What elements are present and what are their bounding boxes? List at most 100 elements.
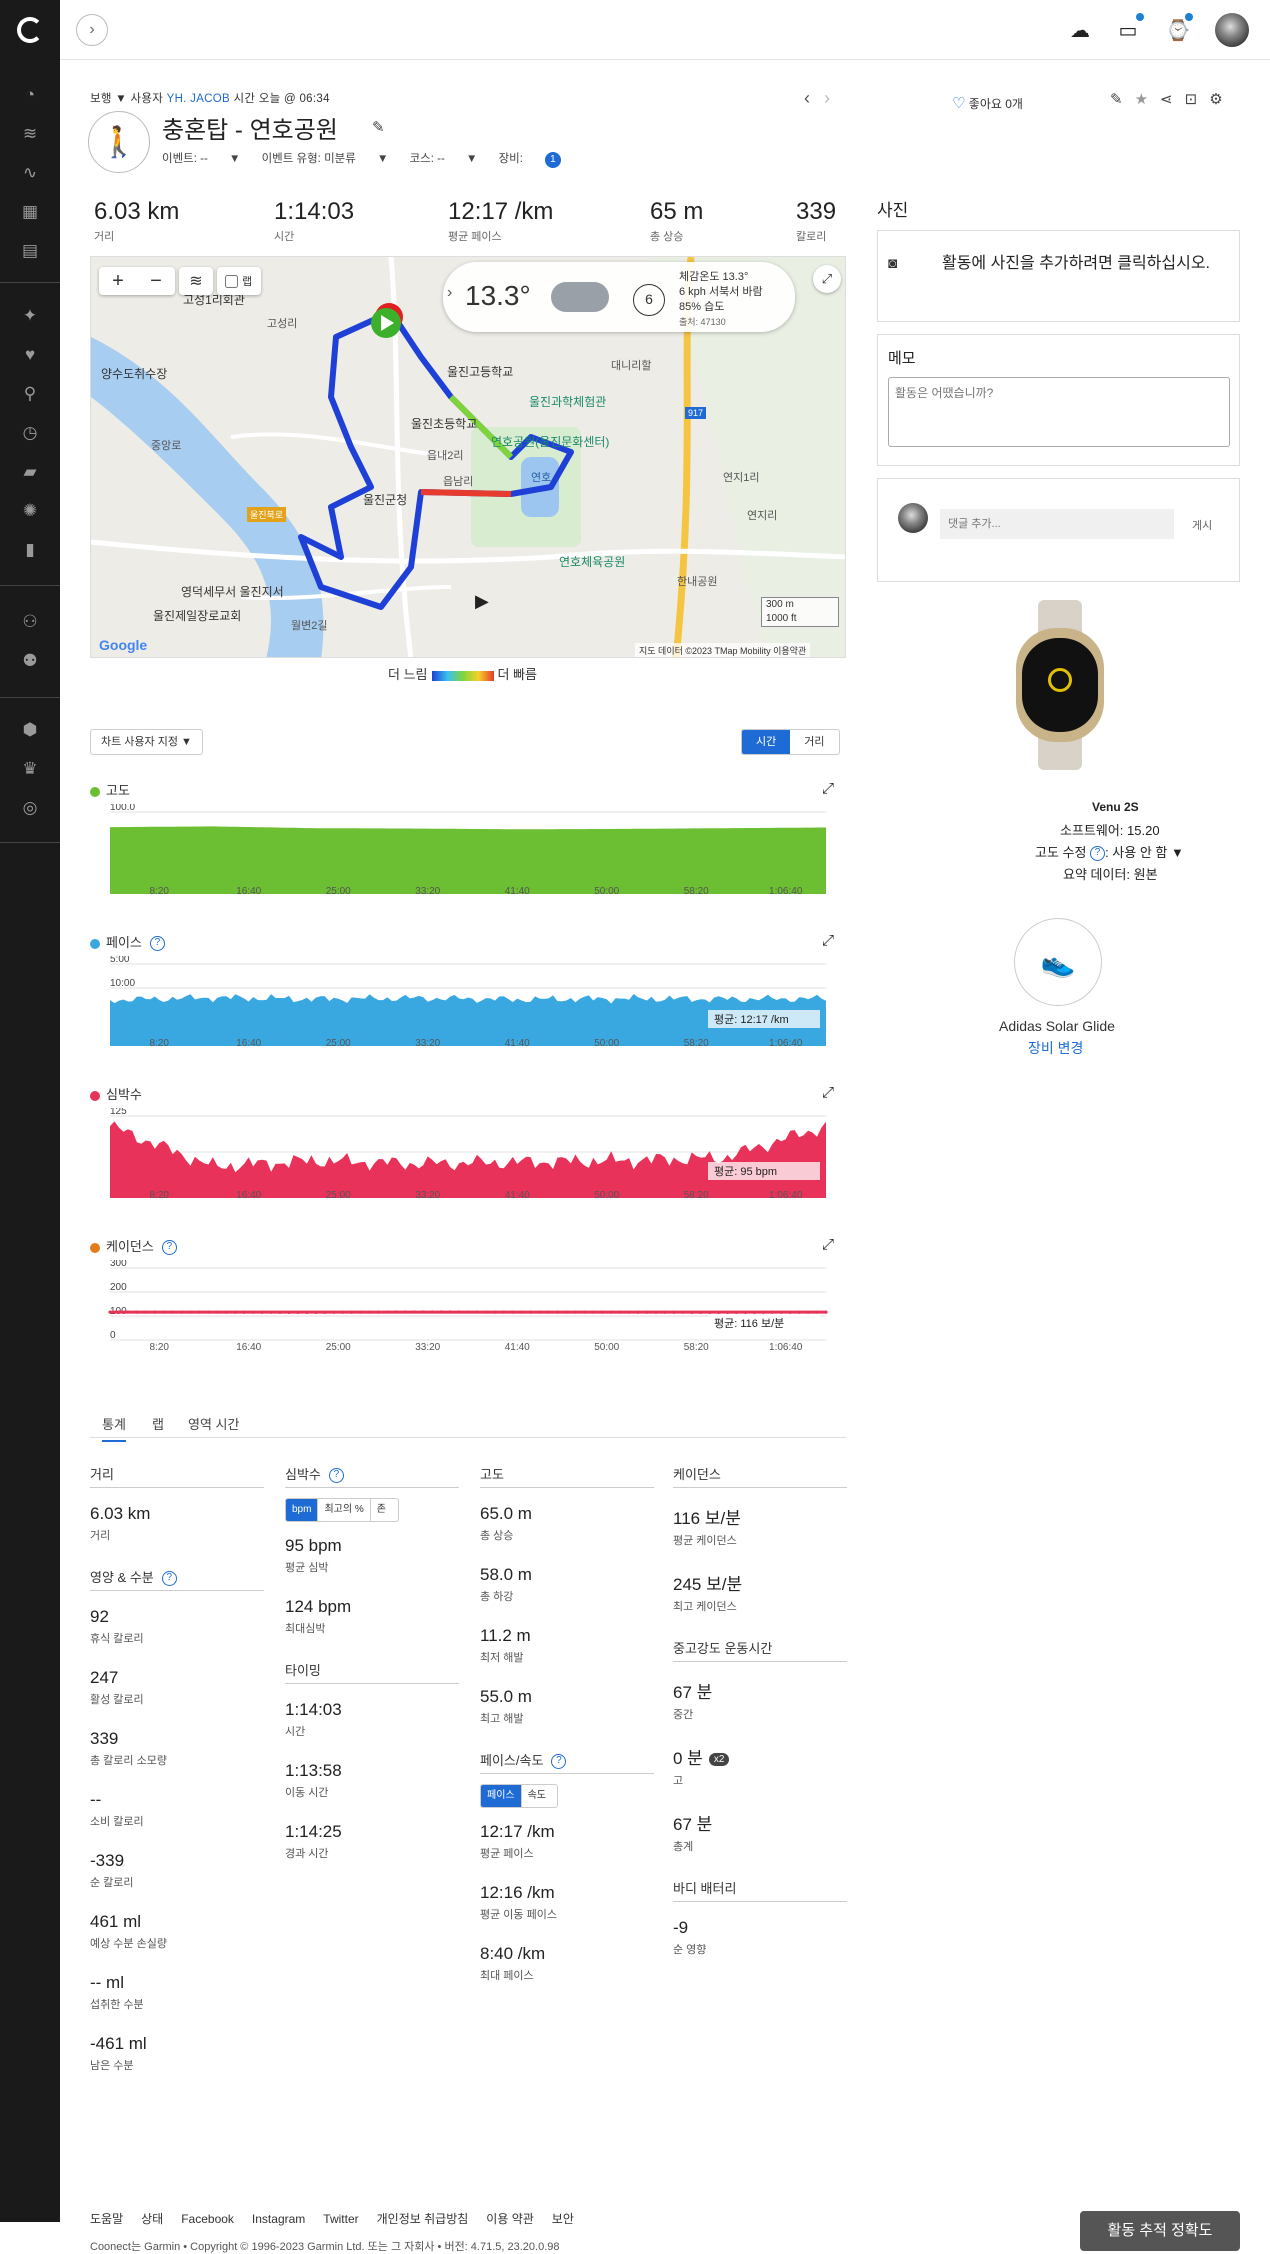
help-icon[interactable]: ? — [551, 1754, 567, 1770]
route-map[interactable]: 고성1리회관 양수도취수장 고성리 울진고등학교 울진과학체험관 대니리할 울진… — [90, 256, 846, 658]
user-link[interactable]: YH. JACOB — [167, 93, 230, 105]
footer-link[interactable]: Twitter — [323, 2212, 358, 2226]
zoom-out-button[interactable]: − — [137, 270, 175, 293]
layers-icon[interactable]: ≋ — [16, 120, 44, 148]
hr-zone-button[interactable]: 존 — [371, 1499, 392, 1521]
event-select[interactable]: 이벤트: -- ▼ — [162, 153, 240, 165]
footer-link[interactable]: 상태 — [141, 2212, 163, 2226]
next-activity-icon[interactable]: › — [824, 88, 844, 108]
activity-person-icon[interactable]: ✦ — [16, 302, 44, 330]
tab-stats[interactable]: 통계 — [102, 1414, 126, 1442]
footer-link[interactable]: 이용 약관 — [486, 2212, 534, 2226]
heart-icon[interactable]: ♥ — [16, 341, 44, 369]
expand-chart-icon[interactable]: ⤢ — [822, 780, 834, 797]
stat-item: 124 bpm 최대심박 — [285, 1597, 459, 1636]
elevation-correction[interactable]: 고도 수정 ?: 사용 안 함 ▼ — [1035, 842, 1184, 862]
star-icon[interactable]: ★ — [1135, 91, 1160, 108]
lap-toggle[interactable]: 랩 — [217, 267, 261, 295]
edit-pencil-icon[interactable]: ✎ — [1110, 91, 1135, 108]
activity-title[interactable]: 충혼탑 - 연호공원 — [162, 110, 338, 145]
stat-item: -339 순 칼로리 — [90, 1851, 264, 1890]
footer-link[interactable]: 개인정보 취급방침 — [377, 2212, 469, 2226]
share-icon[interactable]: ⋖ — [1160, 91, 1185, 108]
lap-label: 랩 — [242, 276, 253, 288]
tab-zones[interactable]: 영역 시간 — [188, 1414, 239, 1433]
customize-charts-button[interactable]: 차트 사용자 지정 ▼ — [90, 729, 203, 755]
stopwatch-icon[interactable]: ◷ — [16, 419, 44, 447]
help-icon[interactable]: ? — [328, 1468, 344, 1484]
calendar-icon[interactable]: ▦ — [16, 198, 44, 226]
zoom-in-button[interactable]: + — [99, 270, 137, 293]
pace-chart[interactable]: 5:0010:0015:0020:008:2016:4025:0033:2041… — [90, 956, 846, 1056]
hr-unit-toggle: bpm 최고의 % 존 — [285, 1498, 399, 1523]
hr-bpm-button[interactable]: bpm — [286, 1499, 319, 1522]
lightbulb-icon[interactable]: ✺ — [16, 497, 44, 525]
settings-gear-icon[interactable]: ⚙ — [1209, 91, 1234, 108]
comment-input[interactable] — [940, 509, 1174, 539]
stats-wave-icon[interactable]: ∿ — [16, 159, 44, 187]
bar-chart-icon[interactable]: ▮ — [16, 536, 44, 564]
course-select[interactable]: 코스: -- ▼ — [410, 153, 478, 165]
change-gear-link[interactable]: 장비 변경 — [1028, 1038, 1083, 1058]
garmin-logo-icon[interactable] — [17, 17, 43, 43]
device-name[interactable]: Venu 2S — [1092, 800, 1139, 814]
gear-count[interactable]: 장비: 1 — [499, 152, 579, 168]
groups-icon[interactable]: ⚉ — [16, 647, 44, 675]
pace-button[interactable]: 페이스 — [481, 1785, 522, 1808]
lap-checkbox[interactable] — [225, 274, 238, 288]
cadence-chart[interactable]: 30020010008:2016:4025:0033:2041:4050:005… — [90, 1260, 846, 1360]
trophy-icon[interactable]: ♛ — [16, 755, 44, 783]
user-avatar[interactable] — [1215, 13, 1249, 47]
fullscreen-map-icon[interactable]: ⤢ — [813, 265, 841, 293]
dashboard-icon[interactable]: ◔ — [16, 81, 44, 109]
prev-activity-icon[interactable]: ‹ — [804, 88, 824, 108]
footer-link[interactable]: 도움말 — [90, 2212, 123, 2226]
footer-link[interactable]: Facebook — [181, 2212, 234, 2226]
altitude-chart[interactable]: 100.0-100.08:2016:4025:0033:2041:4050:00… — [90, 804, 846, 904]
footer-link[interactable]: 보안 — [552, 2212, 574, 2226]
walk-icon[interactable]: ⚲ — [16, 380, 44, 408]
post-comment-button[interactable]: 게시 — [1192, 517, 1212, 533]
stat-label: 총 상승 — [480, 1530, 514, 1542]
expand-chart-icon[interactable]: ⤢ — [822, 932, 834, 949]
gear-name[interactable]: Adidas Solar Glide — [999, 1018, 1115, 1034]
help-icon[interactable]: ? — [149, 936, 165, 952]
help-icon[interactable]: ? — [161, 1240, 177, 1256]
expand-chart-icon[interactable]: ⤢ — [822, 1084, 834, 1101]
stat-value: 95 bpm — [285, 1536, 342, 1556]
stat-value: 65.0 m — [480, 1504, 532, 1523]
map-place-label: 읍내2리 — [427, 450, 464, 462]
memo-input[interactable] — [888, 377, 1230, 447]
help-icon[interactable]: ? — [161, 1571, 177, 1587]
speed-button[interactable]: 속도 — [522, 1785, 552, 1807]
terms-link[interactable]: 이용약관 — [773, 646, 806, 656]
activity-type-label[interactable]: 보행 — [90, 93, 112, 105]
chevron-right-icon: › — [89, 21, 95, 38]
upload-cloud-icon[interactable]: ☁ — [1066, 16, 1094, 44]
help-icon[interactable]: ? — [1090, 846, 1106, 862]
footer-link[interactable]: Instagram — [252, 2212, 305, 2226]
series-area — [110, 1121, 826, 1198]
map-layers-button[interactable]: ≋ — [179, 267, 213, 295]
shoe-icon[interactable]: ▰ — [16, 458, 44, 486]
like-button[interactable]: ♡ 좋아요 0개 — [952, 94, 1023, 112]
expand-chart-icon[interactable]: ⤢ — [822, 1236, 834, 1253]
news-icon[interactable]: ▤ — [16, 237, 44, 265]
add-photo-box[interactable]: ◙ 활동에 사진을 추가하려면 클릭하십시오. — [877, 230, 1240, 322]
heartrate-chart[interactable]: 125100758:2016:4025:0033:2041:4050:0058:… — [90, 1108, 846, 1208]
target-icon[interactable]: ◎ — [16, 794, 44, 822]
hr-percent-button[interactable]: 최고의 % — [318, 1499, 371, 1522]
activity-nav-arrows[interactable]: ‹› — [804, 88, 844, 109]
time-axis-button[interactable]: 시간 — [742, 730, 791, 754]
people-icon[interactable]: ⚇ — [16, 608, 44, 636]
activity-accuracy-button[interactable]: 활동 추적 정확도 — [1080, 2211, 1240, 2251]
play-route-icon[interactable]: ▶ — [475, 591, 489, 612]
badge-icon[interactable]: ⬢ — [16, 716, 44, 744]
event-type-select[interactable]: 이벤트 유형: 미분류 ▼ — [262, 153, 389, 165]
distance-axis-button[interactable]: 거리 — [790, 730, 838, 754]
privacy-lock-icon[interactable]: ⊡ — [1185, 91, 1210, 108]
edit-title-pencil-icon[interactable]: ✎ — [372, 118, 385, 136]
tab-laps[interactable]: 랩 — [152, 1414, 164, 1433]
chevron-right-icon[interactable]: › — [447, 284, 452, 302]
expand-nav-button[interactable]: › — [76, 14, 108, 46]
